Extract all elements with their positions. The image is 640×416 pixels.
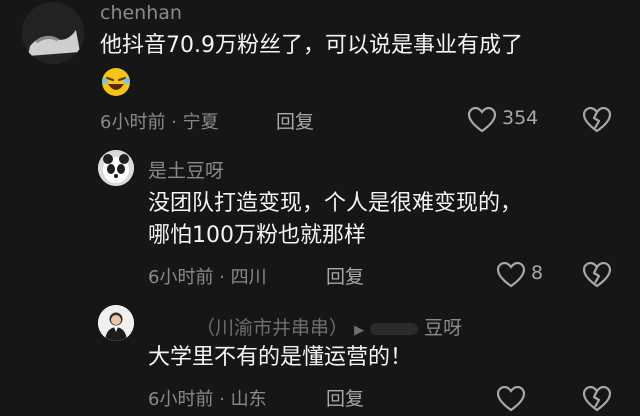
meta-separator: ·: [213, 267, 231, 288]
comment-location: 宁夏: [182, 112, 219, 133]
avatar[interactable]: [22, 2, 84, 64]
reply-button[interactable]: 回复: [326, 384, 364, 411]
broken-heart-icon[interactable]: [582, 385, 612, 416]
heart-icon[interactable]: [467, 106, 497, 137]
like-count: 8: [531, 262, 544, 284]
comment-text-line2: 哪怕100万粉也就那样: [148, 223, 366, 248]
comment-meta: 6小时前 · 宁夏: [100, 108, 219, 134]
broken-heart-icon[interactable]: [582, 261, 612, 292]
comment-text-line1: 没团队打造变现，个人是很难变现的，: [148, 191, 523, 216]
comment-text: 大学里不有的是懂运营的！: [148, 345, 413, 370]
redacted-name: [370, 322, 419, 335]
like-count: 354: [502, 107, 539, 129]
comment-location: 山东: [230, 389, 267, 410]
comment-time: 6小时前: [148, 389, 214, 410]
reply-to-name: 豆呀: [424, 317, 463, 339]
comment-time: 6小时前: [148, 267, 214, 288]
comment-meta: 6小时前 · 四川: [148, 263, 267, 289]
comment-text: 他抖音70.9万粉丝了，可以说是事业有成了: [100, 33, 523, 58]
meta-separator: ·: [213, 389, 231, 410]
comment-time: 6小时前: [100, 112, 166, 133]
comment-location: 四川: [230, 267, 267, 288]
username-text: （川渝市井串串）: [196, 317, 349, 339]
heart-icon[interactable]: [496, 261, 526, 292]
reply-button[interactable]: 回复: [276, 107, 314, 134]
meta-separator: ·: [165, 112, 183, 133]
reply-button[interactable]: 回复: [326, 262, 364, 289]
avatar[interactable]: [98, 150, 134, 186]
avatar[interactable]: [98, 305, 134, 341]
comment-username[interactable]: 是土豆呀: [148, 156, 224, 183]
broken-heart-icon[interactable]: [582, 106, 612, 137]
comment-meta: 6小时前 · 山东: [148, 385, 267, 411]
comment-username[interactable]: （川渝市井串串） ▶ 豆呀: [196, 313, 462, 340]
laughing-emoji-icon: [100, 66, 132, 102]
comment-username[interactable]: chenhan: [100, 2, 182, 24]
reply-arrow-icon: ▶: [354, 323, 365, 338]
heart-icon[interactable]: [496, 385, 526, 416]
